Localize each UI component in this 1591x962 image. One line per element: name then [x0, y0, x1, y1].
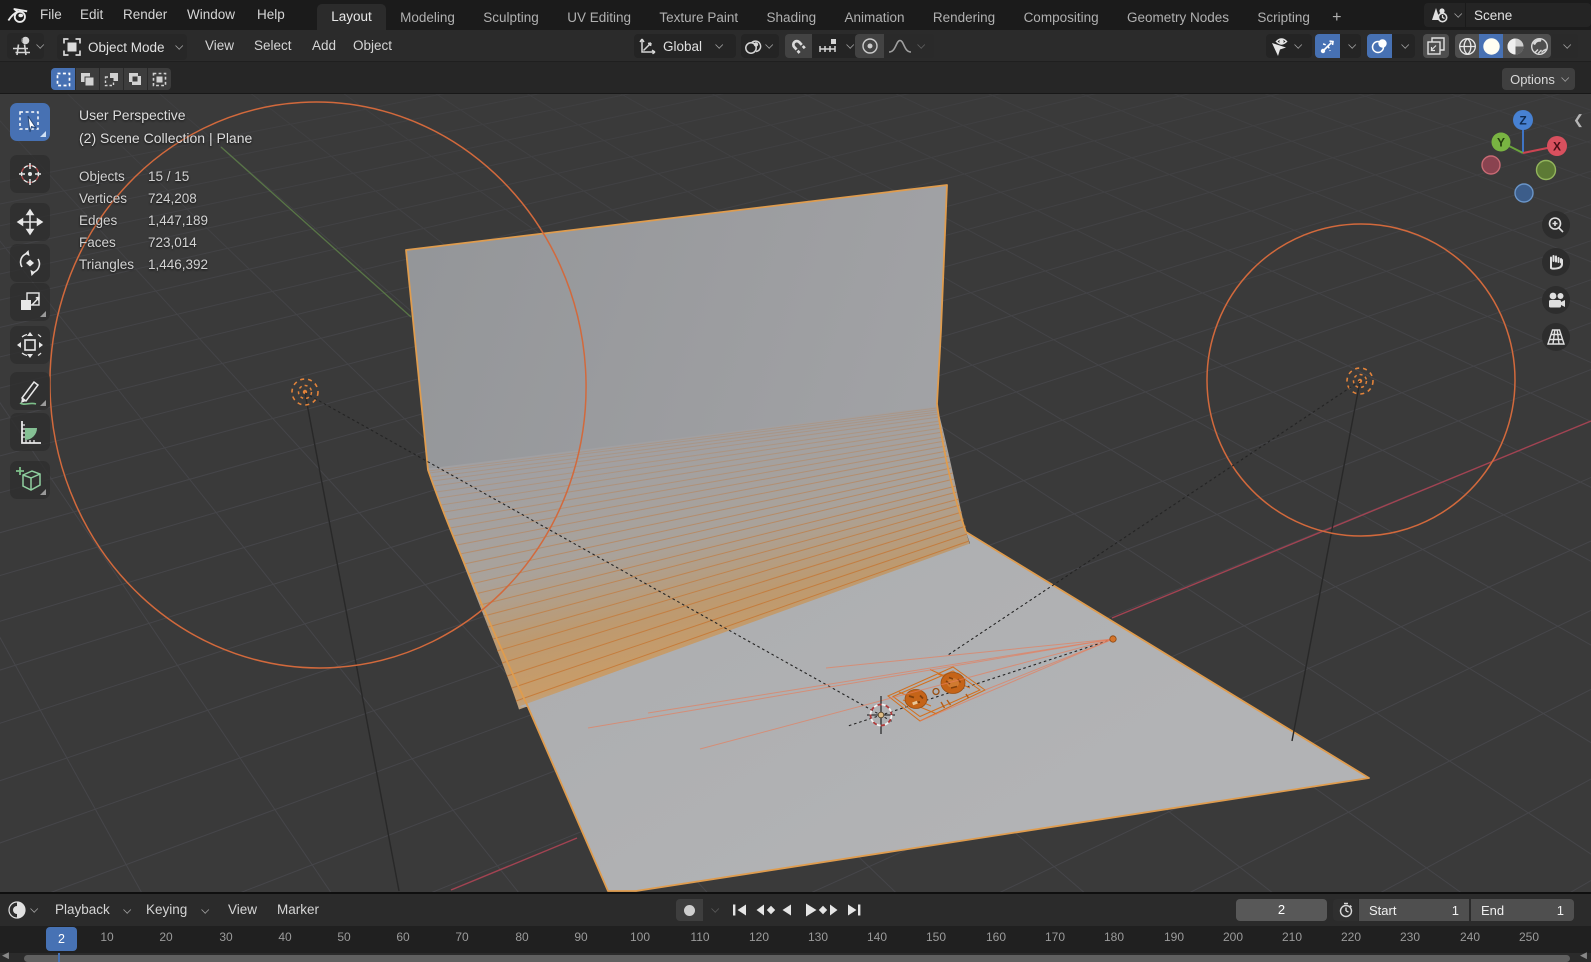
svg-text:X: X [1553, 140, 1561, 154]
svg-text:Z: Z [1519, 114, 1526, 128]
svg-text:Y: Y [1497, 136, 1505, 150]
